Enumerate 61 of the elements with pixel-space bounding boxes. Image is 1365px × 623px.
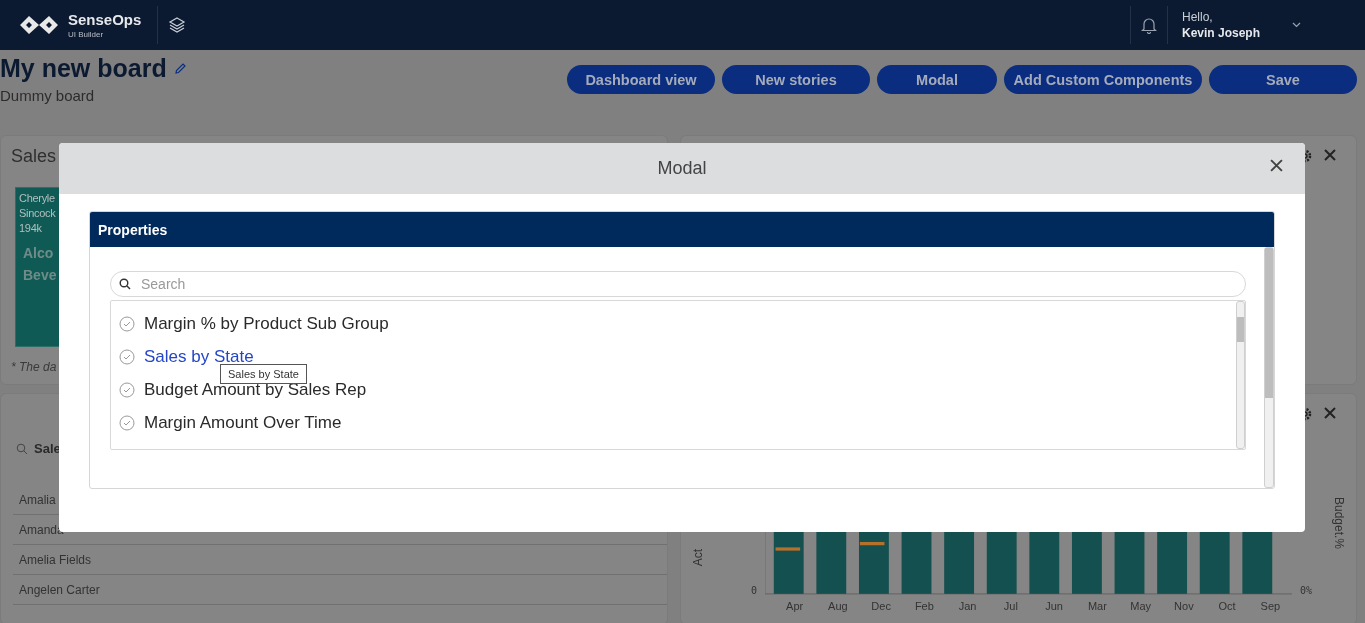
- scrollbar[interactable]: [1236, 301, 1245, 449]
- rep-name[interactable]: Amalia: [19, 492, 56, 507]
- month-label: Sep: [1259, 600, 1282, 612]
- panel-title: Sales: [11, 146, 57, 167]
- check-circle-icon: [119, 315, 135, 332]
- check-circle-icon: [119, 381, 135, 398]
- chevron-icon: [1292, 22, 1301, 28]
- brand-name: SenseOps: [68, 11, 142, 28]
- month-label: Feb: [913, 600, 935, 612]
- tooltip: Sales by State: [220, 364, 307, 384]
- pencil-icon[interactable]: [174, 63, 186, 74]
- close-icon[interactable]: [1324, 149, 1336, 161]
- logo-icon: [18, 13, 60, 37]
- budget-marker: [775, 547, 801, 551]
- month-label: Apr: [785, 600, 805, 612]
- user-menu[interactable]: Hello, Kevin Joseph: [1167, 10, 1365, 40]
- brand-subtitle: UI Builder: [68, 30, 105, 39]
- budget-marker: [859, 542, 885, 546]
- month-label: Jul: [1002, 600, 1019, 612]
- month-label: Nov: [1173, 600, 1195, 612]
- axis-label: 0: [750, 585, 757, 596]
- month-label: Mar: [1086, 600, 1108, 612]
- axis-label: 0%: [1300, 585, 1314, 596]
- footnote: * The da: [11, 360, 57, 374]
- board-description: Dummy board: [0, 87, 96, 104]
- month-label: May: [1129, 600, 1152, 612]
- search-icon: [16, 442, 28, 455]
- bell-icon[interactable]: [1140, 16, 1157, 34]
- month-label: Aug: [827, 600, 849, 612]
- rep-name[interactable]: Amelia Fields: [19, 552, 92, 567]
- action-button[interactable]: Save: [1209, 65, 1357, 94]
- board-title: My new board: [0, 54, 167, 83]
- action-button[interactable]: Add Custom Components: [1004, 65, 1202, 94]
- axis-title: Act: [691, 549, 705, 567]
- card-title: Properties: [98, 221, 168, 238]
- action-button[interactable]: New stories: [722, 65, 870, 94]
- tile-label: 194k: [19, 221, 42, 236]
- close-button[interactable]: [1270, 159, 1283, 172]
- close-icon[interactable]: [1324, 407, 1336, 419]
- axis-title: Budget.%: [1332, 496, 1346, 549]
- rep-name[interactable]: Angelen Carter: [19, 582, 100, 597]
- action-button[interactable]: Modal: [877, 65, 997, 94]
- layers-icon[interactable]: [168, 16, 186, 34]
- tile-category: Alco: [23, 244, 54, 263]
- search-field[interactable]: Search: [110, 271, 1246, 297]
- list-item[interactable]: Margin Amount Over Time: [119, 406, 1236, 439]
- month-label: Jun: [1044, 600, 1064, 612]
- check-circle-icon: [119, 348, 135, 365]
- tile-label: Sincock: [19, 206, 56, 221]
- search-label: Sale: [34, 441, 61, 456]
- month-label: Dec: [870, 600, 892, 612]
- modal-title: Modal: [657, 158, 707, 179]
- month-label: Oct: [1217, 600, 1237, 612]
- list-item[interactable]: Margin % by Product Sub Group: [119, 307, 1236, 340]
- check-circle-icon: [119, 414, 135, 431]
- tile-label: Cheryle: [19, 191, 55, 206]
- search-icon: [119, 278, 131, 290]
- tile-category: Beve: [23, 266, 57, 285]
- month-label: Jan: [957, 600, 978, 612]
- action-button[interactable]: Dashboard view: [567, 65, 715, 94]
- scrollbar[interactable]: [1264, 247, 1274, 488]
